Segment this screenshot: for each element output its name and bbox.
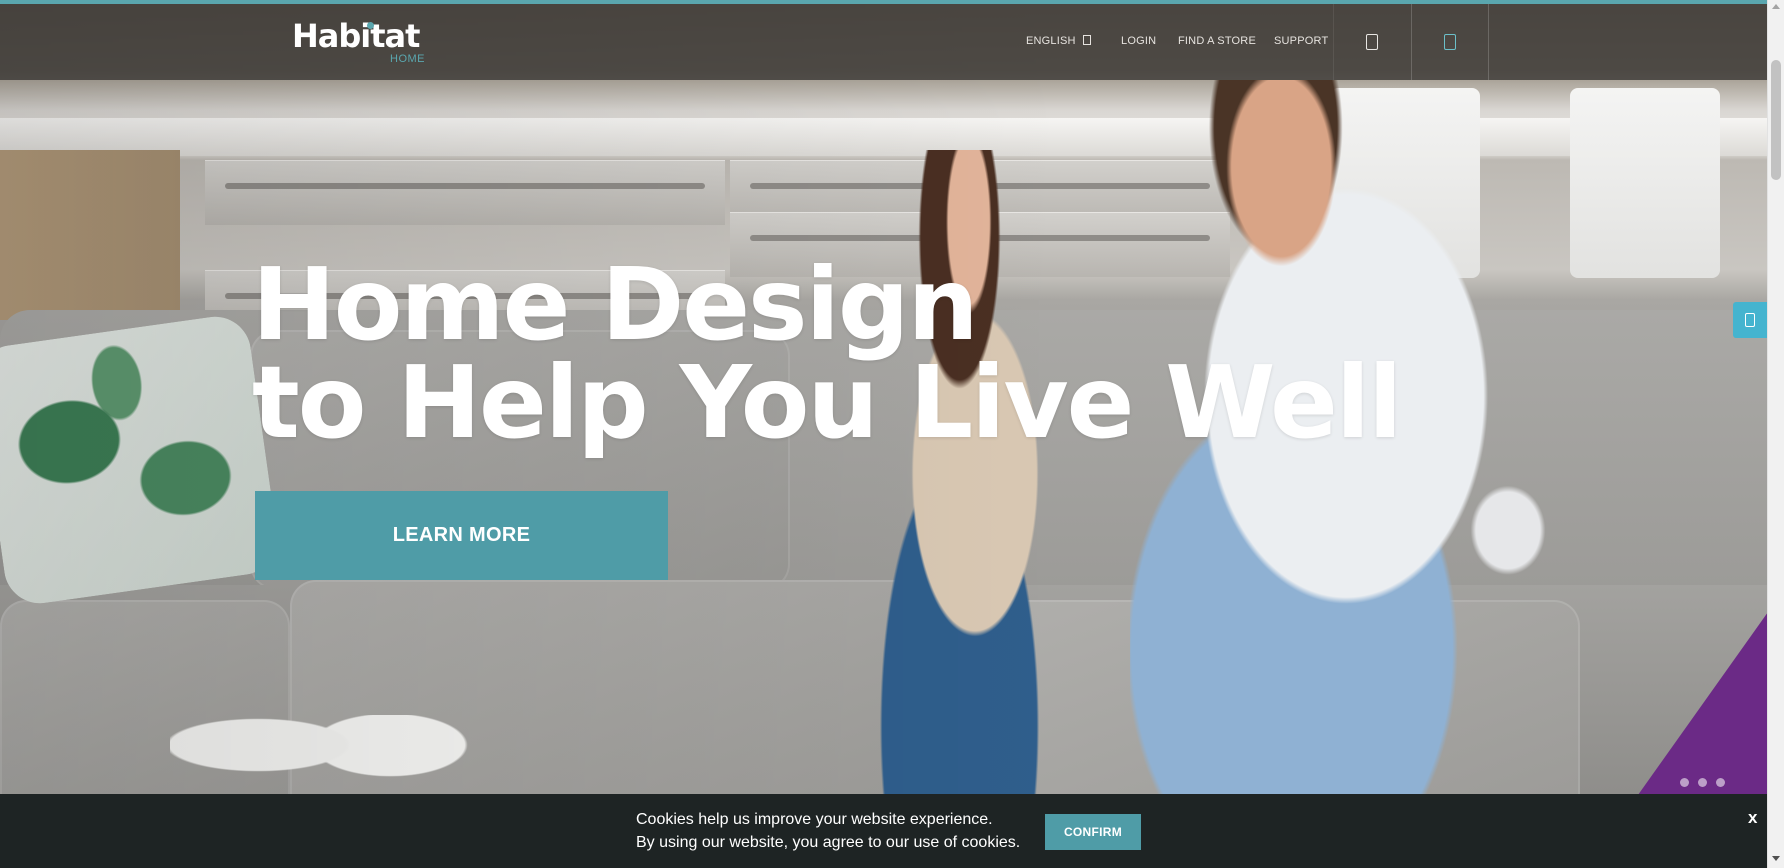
hero-headline-line1: Home Design: [252, 246, 979, 363]
scroll-down-icon[interactable]: [1772, 856, 1780, 861]
site-header: Habitat HOME ENGLISH LOGIN FIND A STORE …: [0, 4, 1784, 80]
cookie-message-line1: Cookies help us improve your website exp…: [636, 811, 993, 828]
cart-button[interactable]: [1411, 4, 1489, 80]
scroll-thumb[interactable]: [1771, 60, 1781, 180]
scroll-up-icon[interactable]: [1772, 4, 1780, 9]
language-label: ENGLISH: [1026, 35, 1076, 47]
close-icon[interactable]: x: [1748, 808, 1757, 828]
hero-headline-line2: to Help You Live Well: [252, 344, 1402, 461]
search-button[interactable]: [1333, 4, 1410, 80]
cookie-confirm-button[interactable]: CONFIRM: [1045, 814, 1141, 850]
logo-dot-icon: [367, 22, 374, 29]
nav-login-link[interactable]: LOGIN: [1121, 35, 1156, 47]
language-selector[interactable]: ENGLISH: [1026, 35, 1091, 47]
chevron-down-icon: [1082, 35, 1091, 45]
cookie-message: Cookies help us improve your website exp…: [636, 808, 1020, 854]
scrollbar[interactable]: [1767, 0, 1784, 868]
side-contact-tab[interactable]: [1733, 302, 1769, 338]
nav-find-store-link[interactable]: FIND A STORE: [1178, 35, 1256, 47]
carousel-dot[interactable]: [1716, 778, 1725, 787]
logo-wordmark: Habitat: [292, 17, 420, 55]
logo[interactable]: Habitat HOME: [292, 17, 425, 65]
logo-tagline: HOME: [390, 53, 425, 65]
cart-icon: [1444, 34, 1456, 50]
hero-headline: Home Design to Help You Live Well: [252, 246, 1402, 461]
cookie-message-line2: By using our website, you agree to our u…: [636, 834, 1021, 851]
carousel-dot[interactable]: [1698, 778, 1707, 787]
phone-icon: [1745, 313, 1755, 327]
learn-more-button[interactable]: LEARN MORE: [255, 491, 668, 580]
nav-support-link[interactable]: SUPPORT: [1274, 35, 1328, 47]
cookie-banner: Cookies help us improve your website exp…: [0, 794, 1767, 868]
carousel-dot[interactable]: [1680, 778, 1689, 787]
carousel-dots: [1680, 774, 1734, 792]
search-icon: [1366, 34, 1378, 50]
